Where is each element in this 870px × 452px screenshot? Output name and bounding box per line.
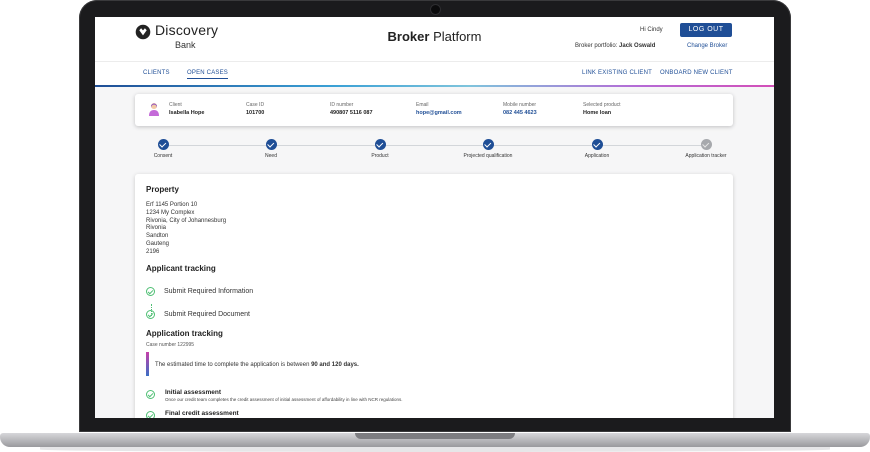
client-field: Client Isabella Hope (169, 102, 204, 116)
step-application-tracker[interactable]: Application tracker (666, 139, 746, 159)
progress-stepper: Consent Need Product Projected qualifica… (135, 139, 733, 163)
email-label: Email (416, 102, 429, 108)
nav-onboard-new-client[interactable]: ONBOARD NEW CLIENT (660, 70, 733, 76)
step-label: Need (265, 153, 277, 159)
step-product[interactable]: Product (340, 139, 420, 159)
step-check-icon (374, 139, 386, 150)
client-label: Client (169, 102, 182, 108)
step-application[interactable]: Application (557, 139, 637, 159)
address-line: Sandton (146, 233, 169, 240)
step-consent[interactable]: Consent (123, 139, 203, 159)
laptop-base-notch (355, 433, 515, 439)
logout-button[interactable]: LOG OUT (680, 23, 732, 37)
case-id-value: 101700 (246, 110, 265, 116)
step-check-icon (265, 139, 277, 150)
nav-link-existing-client[interactable]: LINK EXISTING CLIENT (582, 70, 652, 76)
property-card: Property Erf 1145 Portion 10 1234 My Com… (135, 174, 733, 418)
address-line: 2196 (146, 248, 160, 255)
estimate-accent-bar (146, 352, 149, 376)
application-tracking-title: Application tracking (146, 329, 223, 338)
estimate-value: 90 and 120 days. (311, 362, 359, 368)
check-circle-icon (146, 390, 155, 399)
portfolio-label: Broker portfolio: (575, 43, 618, 49)
platform-title-rest: Platform (433, 29, 482, 44)
portfolio-name: Jack Oswald (619, 43, 656, 49)
applicant-tracking-label: Submit Required Information (164, 288, 254, 295)
step-label: Application tracker (685, 153, 727, 159)
page-title: Broker Platform (95, 29, 774, 44)
nav-clients[interactable]: CLIENTS (143, 70, 170, 76)
client-avatar-icon (149, 103, 159, 116)
broker-portfolio: Broker portfolio: Jack Oswald (575, 43, 655, 49)
check-circle-icon (146, 287, 155, 296)
laptop-shadow (40, 447, 830, 452)
step-projected-qualification[interactable]: Projected qualification (448, 139, 528, 159)
property-title: Property (146, 185, 179, 194)
case-number: Case number 122995 (146, 342, 195, 348)
applicant-tracking-label: Submit Required Document (164, 311, 250, 318)
estimate-text: The estimated time to complete the appli… (155, 362, 359, 368)
change-broker-link[interactable]: Change Broker (687, 43, 727, 49)
top-nav: CLIENTS OPEN CASES LINK EXISTING CLIENT … (95, 61, 774, 86)
step-pending-icon (700, 139, 712, 150)
assessment-desc: Once our credit team completes the credi… (165, 397, 403, 402)
applicant-tracking-item: Submit Required Document (146, 310, 250, 319)
client-summary-card: Client Isabella Hope Case ID 101700 ID n… (135, 94, 733, 126)
product-field: Selected product Home loan (583, 102, 621, 116)
id-number-field: ID number 490807 5116 087 (330, 102, 373, 116)
case-id-field: Case ID 101700 (246, 102, 264, 116)
case-id-label: Case ID (246, 102, 265, 108)
user-greeting: Hi Cindy (640, 27, 663, 33)
step-label: Application (584, 153, 610, 159)
email-field: Email hope@gmail.com (416, 102, 462, 116)
check-circle-icon (146, 310, 155, 319)
assessment-title: Final credit assessment (165, 410, 239, 417)
address-line: Gauteng (146, 240, 170, 247)
camera-icon (431, 5, 440, 14)
client-name: Isabella Hope (169, 110, 205, 116)
step-check-icon (591, 139, 603, 150)
address-line: Erf 1145 Portion 10 (146, 202, 198, 208)
mobile-link[interactable]: 082 445 4623 (503, 110, 537, 116)
applicant-tracking-item: Submit Required Information (146, 287, 253, 296)
platform-title-bold: Broker (387, 29, 430, 44)
step-need[interactable]: Need (231, 139, 311, 159)
nav-open-cases[interactable]: OPEN CASES (187, 70, 229, 79)
product-value: Home loan (583, 110, 612, 116)
screen: Discovery Bank Broker Platform Hi Cindy … (95, 17, 774, 418)
id-number-label: ID number (330, 102, 354, 108)
address-line: Rivonia, City of Johannesburg (146, 217, 227, 224)
step-check-icon (482, 139, 494, 150)
step-label: Consent (153, 153, 173, 159)
step-label: Projected qualification (463, 153, 513, 159)
mobile-label: Mobile number (503, 102, 537, 108)
email-link[interactable]: hope@gmail.com (416, 110, 462, 116)
address-line: Rivonia (146, 225, 167, 232)
assessment-title: Initial assessment (165, 389, 221, 396)
estimate-prefix: The estimated time to complete the appli… (155, 362, 310, 368)
id-number-value: 490807 5116 087 (330, 110, 373, 116)
mobile-field: Mobile number 082 445 4623 (503, 102, 537, 116)
step-label: Product (371, 153, 389, 159)
product-label: Selected product (583, 102, 621, 108)
applicant-tracking-title: Applicant tracking (146, 264, 216, 273)
header: Discovery Bank Broker Platform Hi Cindy … (95, 17, 774, 61)
address-line: 1234 My Complex (146, 209, 195, 216)
property-address: Erf 1145 Portion 10 1234 My Complex Rivo… (146, 202, 226, 257)
step-check-icon (157, 139, 169, 150)
check-circle-icon (146, 411, 155, 418)
